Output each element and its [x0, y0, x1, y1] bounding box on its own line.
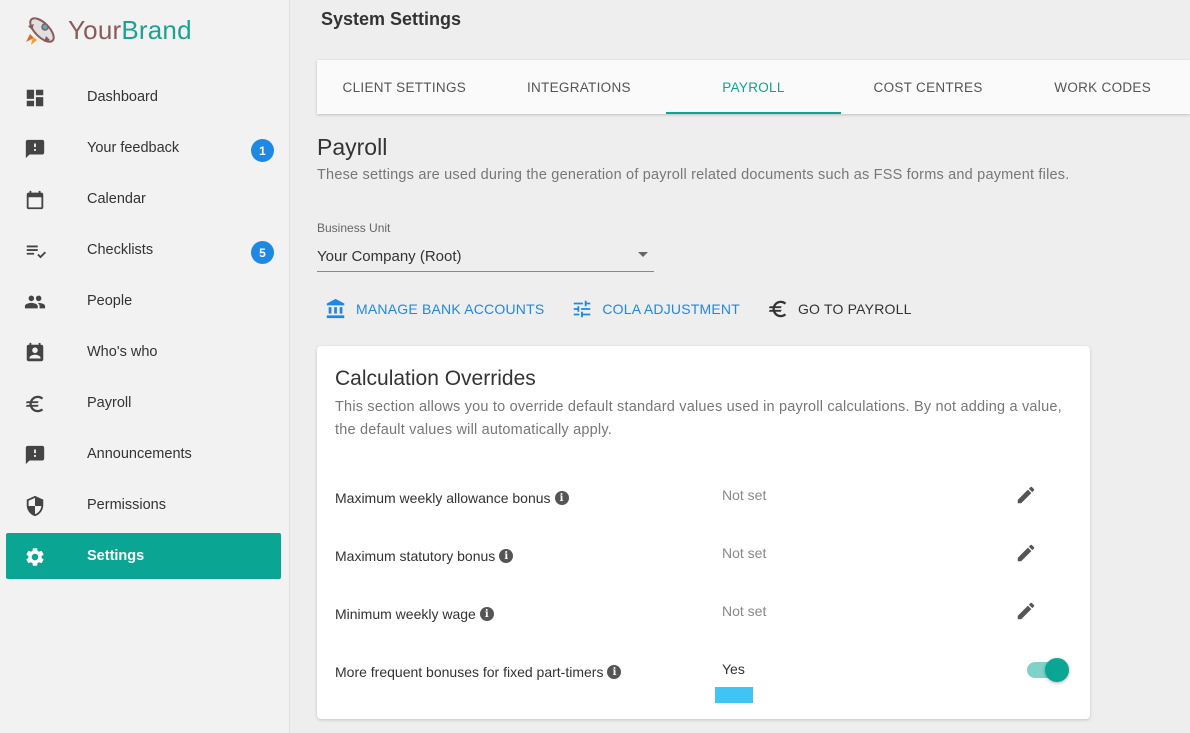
- override-label: More frequent bonuses for fixed part-tim…: [335, 664, 622, 680]
- info-icon[interactable]: i: [607, 665, 622, 679]
- override-value: Not set: [722, 545, 767, 561]
- card-description: This section allows you to override defa…: [335, 399, 1062, 438]
- bank-icon: [326, 298, 345, 319]
- sidebar-item-label: Who's who: [87, 344, 158, 360]
- sidebar-item-label: Dashboard: [87, 89, 158, 105]
- override-label-text: Maximum statutory bonus: [335, 548, 496, 564]
- euro-icon: [24, 393, 46, 415]
- edit-pencil-icon[interactable]: [1015, 542, 1037, 564]
- brand-logo[interactable]: YourBrand: [22, 12, 192, 48]
- tune-icon: [574, 300, 591, 318]
- sidebar-item-label: People: [87, 293, 133, 309]
- sidebar-item-dashboard[interactable]: Dashboard: [6, 74, 281, 120]
- calculation-overrides-card: Calculation Overrides This section allow…: [317, 346, 1090, 719]
- override-label-text: Minimum weekly wage: [335, 606, 476, 622]
- sidebar-item-checklists[interactable]: Checklists 5: [6, 227, 281, 273]
- sidebar-item-settings[interactable]: Settings: [6, 533, 281, 579]
- sidebar-item-whos-who[interactable]: Who's who: [6, 329, 281, 375]
- business-unit-label: Business Unit: [317, 221, 391, 235]
- sidebar-item-label: Payroll: [87, 395, 132, 411]
- override-label: Maximum weekly allowance bonus i: [335, 490, 569, 506]
- override-label: Minimum weekly wage i: [335, 606, 494, 622]
- override-value: Yes: [722, 661, 745, 677]
- sidebar-item-label: Settings: [87, 548, 145, 564]
- contact-icon: [24, 342, 46, 364]
- go-to-payroll-label: GO TO PAYROLL: [797, 301, 912, 317]
- section-title: Payroll: [317, 134, 388, 160]
- section-description: These settings are used during the gener…: [317, 167, 1070, 183]
- tab-cost-centres[interactable]: COST CENTRES: [841, 60, 1016, 114]
- settings-tabs: CLIENT SETTINGS INTEGRATIONS PAYROLL COS…: [317, 60, 1190, 114]
- card-title: Calculation Overrides: [335, 367, 536, 390]
- announcement-icon: [24, 444, 46, 466]
- go-to-payroll-button[interactable]: GO TO PAYROLL: [767, 296, 912, 322]
- page-title: System Settings: [321, 9, 462, 29]
- toggle-knob: [1045, 658, 1069, 682]
- business-unit-select[interactable]: Your Company (Root): [317, 242, 654, 272]
- sidebar-item-announcements[interactable]: Announcements: [6, 431, 281, 477]
- calendar-icon: [24, 189, 46, 211]
- brand-name: YourBrand: [68, 15, 192, 46]
- sidebar-item-calendar[interactable]: Calendar: [6, 176, 281, 222]
- brand-part-1: Your: [68, 14, 122, 45]
- shield-icon: [24, 495, 46, 517]
- rocket-icon: [26, 17, 55, 45]
- sidebar-item-payroll[interactable]: Payroll: [6, 380, 281, 426]
- checklist-count-badge: 5: [251, 241, 274, 264]
- override-value: Not set: [722, 603, 767, 619]
- sidebar-item-label: Announcements: [87, 446, 192, 462]
- payroll-actions: MANAGE BANK ACCOUNTS COLA ADJUSTMENT GO …: [325, 296, 939, 322]
- override-value: Not set: [722, 487, 767, 503]
- euro-icon: [768, 300, 787, 318]
- override-row: Maximum statutory bonus i Not set: [335, 541, 1075, 571]
- business-unit-value: Your Company (Root): [317, 248, 462, 265]
- sidebar-nav: Dashboard Your feedback 1 Calendar Check…: [6, 74, 281, 584]
- sidebar-item-permissions[interactable]: Permissions: [6, 482, 281, 528]
- caret-down-icon: [638, 252, 648, 257]
- tab-payroll[interactable]: PAYROLL: [666, 60, 841, 114]
- part-timer-bonus-toggle[interactable]: [1025, 658, 1069, 682]
- sidebar: YourBrand Dashboard Your feedback 1 Cale…: [0, 0, 290, 733]
- info-icon[interactable]: i: [499, 549, 514, 563]
- sidebar-item-label: Your feedback: [87, 140, 180, 156]
- cola-adjustment-label: COLA ADJUSTMENT: [602, 301, 740, 317]
- edit-pencil-icon[interactable]: [1015, 484, 1037, 506]
- override-label-text: More frequent bonuses for fixed part-tim…: [335, 664, 604, 680]
- dashboard-icon: [24, 87, 46, 109]
- cola-adjustment-button[interactable]: COLA ADJUSTMENT: [571, 296, 740, 322]
- feedback-count-badge: 1: [251, 139, 274, 162]
- brand-part-2: Brand: [121, 14, 192, 45]
- info-icon[interactable]: i: [554, 491, 569, 505]
- sidebar-item-feedback[interactable]: Your feedback 1: [6, 125, 281, 171]
- override-row: Minimum weekly wage i Not set: [335, 599, 1075, 629]
- sidebar-item-label: Checklists: [87, 242, 154, 258]
- sidebar-item-label: Permissions: [87, 497, 166, 513]
- tab-integrations[interactable]: INTEGRATIONS: [492, 60, 667, 114]
- info-icon[interactable]: i: [479, 607, 494, 621]
- override-label-text: Maximum weekly allowance bonus: [335, 490, 551, 506]
- highlight-marker: [715, 687, 753, 703]
- checklist-icon: [24, 240, 46, 262]
- feedback-icon: [24, 138, 46, 160]
- override-row: Maximum weekly allowance bonus i Not set: [335, 483, 1075, 513]
- people-icon: [24, 291, 46, 313]
- override-row: More frequent bonuses for fixed part-tim…: [335, 657, 1075, 687]
- main-content: System Settings CLIENT SETTINGS INTEGRAT…: [291, 0, 1190, 733]
- manage-bank-accounts-button[interactable]: MANAGE BANK ACCOUNTS: [325, 296, 544, 322]
- edit-pencil-icon[interactable]: [1015, 600, 1037, 622]
- manage-bank-accounts-label: MANAGE BANK ACCOUNTS: [356, 301, 545, 317]
- sidebar-item-label: Calendar: [87, 191, 146, 207]
- gear-icon: [24, 546, 46, 568]
- tab-work-codes[interactable]: WORK CODES: [1015, 60, 1190, 114]
- tab-client-settings[interactable]: CLIENT SETTINGS: [317, 60, 492, 114]
- override-label: Maximum statutory bonus i: [335, 548, 514, 564]
- sidebar-item-people[interactable]: People: [6, 278, 281, 324]
